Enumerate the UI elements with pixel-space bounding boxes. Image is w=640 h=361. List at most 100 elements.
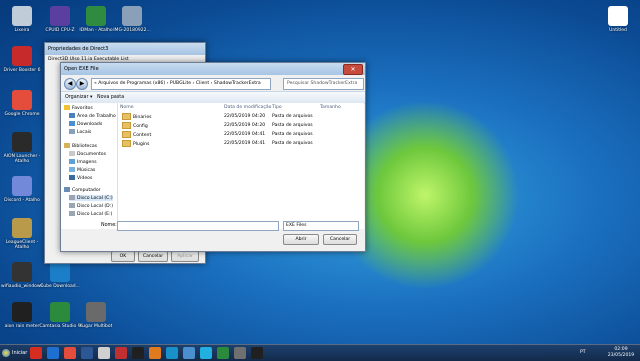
file-row[interactable]: Content 22/05/2019 04:41 Pasta de arquivos xyxy=(122,131,362,139)
nav-disk-e-label: Disco Local (E:) xyxy=(77,212,113,217)
nav-documents[interactable]: Documentos xyxy=(69,151,106,157)
nav-videos[interactable]: Vídeos xyxy=(69,175,92,181)
nav-images-label: Imagens xyxy=(77,160,97,165)
file-modified: 22/05/2019 04:41 xyxy=(224,132,266,137)
desktop-icon-label: Cube Download... xyxy=(40,284,80,289)
desktop-icon-label: Discord - Atalho xyxy=(4,198,40,203)
desktop-icon-7[interactable]: Discord - Atalho xyxy=(0,176,44,203)
desktop-icon-5[interactable]: Google Chrome xyxy=(0,90,44,117)
properties-cancel-button[interactable]: Cancelar xyxy=(138,251,168,262)
properties-dialog-title: Propriedades de Direct3 xyxy=(45,43,205,55)
filename-input[interactable] xyxy=(117,221,279,231)
desktop-icon xyxy=(69,113,75,118)
taskbar-app-icon[interactable] xyxy=(64,347,76,359)
file-name: Content xyxy=(133,133,152,138)
drive-icon xyxy=(69,195,75,200)
dialog-bottom: Nome: EXE Files Abrir Cancelar xyxy=(61,221,365,251)
navigation-bar: ◀ ▶ « Arquivos de Programas (x86) › PUBG… xyxy=(61,75,365,91)
new-folder-button[interactable]: Nova pasta xyxy=(97,92,124,103)
taskbar-app-icon[interactable] xyxy=(47,347,59,359)
language-indicator[interactable]: PT xyxy=(580,350,586,356)
address-bar[interactable]: « Arquivos de Programas (x86) › PUBGLite… xyxy=(91,78,271,90)
nav-disk-e[interactable]: Disco Local (E:) xyxy=(69,211,112,217)
desktop-icon-13[interactable]: Kugar Multibot xyxy=(74,302,118,329)
desktop-icon-6[interactable]: AION Launcher - Atalho xyxy=(0,132,44,164)
taskbar-app-icon[interactable] xyxy=(251,347,263,359)
taskbar-app-icon[interactable] xyxy=(183,347,195,359)
desktop-icon-3[interactable]: IMG-20180922... xyxy=(110,6,154,33)
file-name: Binaries xyxy=(133,115,152,120)
desktop-icon-label: Google Chrome xyxy=(4,112,40,117)
nav-disk-c-label: Disco Local (C:) xyxy=(77,196,113,201)
video-icon xyxy=(69,175,75,180)
nav-music[interactable]: Músicas xyxy=(69,167,95,173)
taskbar-app-icon[interactable] xyxy=(200,347,212,359)
file-type: Pasta de arquivos xyxy=(272,132,313,137)
back-icon[interactable]: ◀ xyxy=(64,78,76,90)
music-icon xyxy=(69,167,75,172)
open-button[interactable]: Abrir xyxy=(283,234,319,245)
library-icon xyxy=(64,143,70,148)
taskbar-app-icon[interactable] xyxy=(115,347,127,359)
nav-computer[interactable]: Computador xyxy=(64,187,101,193)
file-name: Plugins xyxy=(133,142,150,147)
nav-favorites-label: Favoritos xyxy=(72,106,93,111)
properties-ok-button[interactable]: OK xyxy=(111,251,135,262)
app-icon xyxy=(12,218,32,238)
clock[interactable]: 02:09 23/05/2019 xyxy=(604,347,638,359)
app-icon xyxy=(86,6,106,26)
forward-icon[interactable]: ▶ xyxy=(76,78,88,90)
nav-images[interactable]: Imagens xyxy=(69,159,97,165)
desktop-icon-10[interactable]: Cube Download... xyxy=(38,262,82,289)
search-input[interactable]: Pesquisar ShadowTrackerExtra xyxy=(283,78,364,90)
file-row[interactable]: Config 22/05/2019 04:20 Pasta de arquivos xyxy=(122,122,362,130)
properties-apply-button[interactable]: Aplicar xyxy=(171,251,199,262)
nav-favorites[interactable]: Favoritos xyxy=(64,105,93,111)
nav-libraries[interactable]: Bibliotecas xyxy=(64,143,97,149)
organize-button[interactable]: Organizar ▾ xyxy=(65,92,92,103)
file-row[interactable]: Plugins 22/05/2019 04:41 Pasta de arquivos xyxy=(122,140,362,148)
cancel-button[interactable]: Cancelar xyxy=(323,234,357,245)
close-icon[interactable]: ✕ xyxy=(343,64,363,75)
desktop-icon-8[interactable]: LeagueClient - Atalho xyxy=(0,218,44,250)
taskbar-app-icon[interactable] xyxy=(132,347,144,359)
taskbar-app-icon[interactable] xyxy=(149,347,161,359)
taskbar-app-icon[interactable] xyxy=(217,347,229,359)
file-type-select[interactable]: EXE Files xyxy=(283,221,359,231)
column-type[interactable]: Tipo xyxy=(272,105,282,110)
taskbar: Iniciar PT 02:09 23/05/2019 xyxy=(0,344,640,361)
nav-disk-d[interactable]: Disco Local (D:) xyxy=(69,203,113,209)
taskbar-app-icon[interactable] xyxy=(166,347,178,359)
column-name[interactable]: Nome xyxy=(120,105,134,110)
image-icon xyxy=(69,159,75,164)
file-type: Pasta de arquivos xyxy=(272,141,313,146)
app-icon xyxy=(608,6,628,26)
nav-desktop-label: Área de Trabalho xyxy=(77,114,116,119)
download-icon xyxy=(69,121,75,126)
column-size[interactable]: Tamanho xyxy=(320,105,341,110)
app-icon xyxy=(122,6,142,26)
open-dialog-title: Open EXE File xyxy=(64,66,99,72)
app-icon xyxy=(12,90,32,110)
desktop-icon-14[interactable]: Untitled xyxy=(596,6,640,33)
nav-downloads[interactable]: Downloads xyxy=(69,121,102,127)
taskbar-app-icon[interactable] xyxy=(234,347,246,359)
nav-recent[interactable]: Locais xyxy=(69,129,91,135)
desktop-icon-4[interactable]: Driver Booster 6 xyxy=(0,46,44,73)
start-button[interactable]: Iniciar xyxy=(2,346,27,360)
desktop-icon-label: Untitled xyxy=(609,28,627,33)
nav-disk-c[interactable]: Disco Local (C:) xyxy=(69,195,113,201)
nav-desktop[interactable]: Área de Trabalho xyxy=(69,113,116,119)
app-icon xyxy=(12,6,32,26)
taskbar-app-icon[interactable] xyxy=(81,347,93,359)
taskbar-app-icon[interactable] xyxy=(98,347,110,359)
app-icon xyxy=(50,262,70,282)
nav-disk-d-label: Disco Local (D:) xyxy=(77,204,114,209)
taskbar-app-icon[interactable] xyxy=(30,347,42,359)
file-row[interactable]: Binaries 22/05/2019 04:20 Pasta de arquivo… xyxy=(122,113,362,121)
folder-icon xyxy=(122,122,131,129)
folder-icon xyxy=(122,140,131,147)
nav-documents-label: Documentos xyxy=(77,152,107,157)
column-modified[interactable]: Data de modificação xyxy=(224,105,272,110)
open-exe-dialog: Open EXE File ✕ ◀ ▶ « Arquivos de Progra… xyxy=(60,62,366,252)
